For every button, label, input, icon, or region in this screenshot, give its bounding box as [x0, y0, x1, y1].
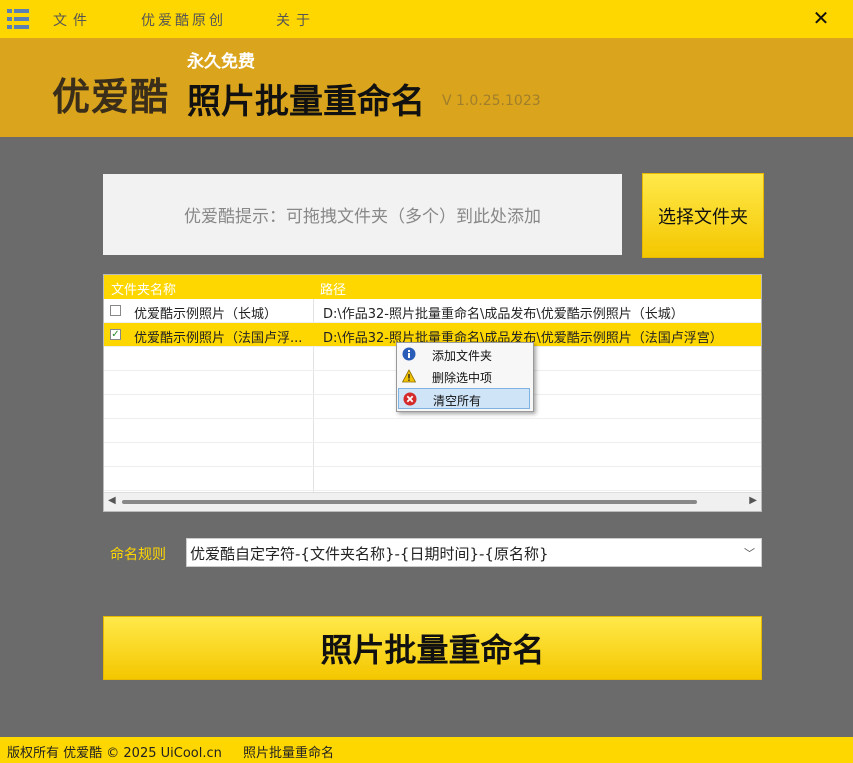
cell-folder-name: 优爱酷示例照片（法国卢浮...: [134, 331, 303, 346]
menu-file[interactable]: 文件: [53, 10, 93, 30]
drop-hint-text: 优爱酷提示：可拖拽文件夹（多个）到此处添加: [184, 207, 541, 227]
context-item-delete-selected[interactable]: 删除选中项: [398, 366, 530, 387]
chevron-down-icon[interactable]: ﹀: [744, 545, 755, 561]
error-icon: [403, 392, 417, 406]
app-menu-icon[interactable]: [7, 9, 29, 29]
cell-folder-path: D:\作品32-照片批量重命名\成品发布\优爱酷示例照片（长城）: [323, 307, 684, 322]
menu-original[interactable]: 优爱酷原创: [141, 10, 226, 30]
footer-app-name: 照片批量重命名: [243, 746, 335, 761]
empty-row: [104, 467, 761, 491]
status-bar: 版权所有 优爱酷 © 2025 UiCool.cn 照片批量重命名: [0, 737, 853, 763]
naming-rule-value: 优爱酷自定字符-{文件夹名称}-{日期时间}-{原名称}: [190, 545, 549, 563]
context-item-label: 清空所有: [433, 394, 482, 408]
scroll-left-icon[interactable]: ◀: [108, 495, 116, 506]
table-row[interactable]: 优爱酷示例照片（长城） D:\作品32-照片批量重命名\成品发布\优爱酷示例照片…: [104, 299, 761, 323]
menu-bar: 文件 优爱酷原创 关于 ✕: [0, 0, 853, 38]
empty-row: [104, 419, 761, 443]
naming-rule-label: 命名规则: [110, 547, 166, 563]
scroll-right-icon[interactable]: ▶: [749, 495, 757, 506]
menu-about[interactable]: 关于: [276, 10, 316, 30]
warning-icon: [402, 369, 416, 383]
choose-folder-button[interactable]: 选择文件夹: [642, 173, 764, 258]
close-button[interactable]: ✕: [809, 6, 833, 30]
table-header: 文件夹名称 路径: [104, 275, 761, 299]
horizontal-scrollbar[interactable]: ◀ ▶: [104, 492, 761, 511]
context-item-label: 删除选中项: [432, 371, 493, 385]
row-checkbox[interactable]: [110, 305, 121, 316]
column-header-path[interactable]: 路径: [320, 279, 346, 298]
app-title: 照片批量重命名: [187, 82, 425, 122]
context-item-clear-all[interactable]: 清空所有: [398, 388, 530, 409]
copyright-text: 版权所有 优爱酷 © 2025 UiCool.cn: [7, 746, 222, 761]
logo: 优爱酷: [52, 75, 170, 119]
context-menu: 添加文件夹 删除选中项 清空所有: [396, 342, 534, 412]
free-label: 永久免费: [187, 52, 255, 72]
context-item-add-folder[interactable]: 添加文件夹: [398, 344, 530, 365]
batch-rename-button[interactable]: 照片批量重命名: [103, 616, 762, 680]
naming-rule-select[interactable]: 优爱酷自定字符-{文件夹名称}-{日期时间}-{原名称} ﹀: [186, 538, 762, 567]
scrollbar-thumb[interactable]: [122, 500, 697, 504]
info-icon: [402, 347, 416, 361]
empty-row: [104, 443, 761, 467]
cell-folder-name: 优爱酷示例照片（长城）: [134, 307, 278, 322]
context-item-label: 添加文件夹: [432, 349, 493, 363]
drop-zone[interactable]: 优爱酷提示：可拖拽文件夹（多个）到此处添加: [103, 174, 622, 255]
row-checkbox-checked[interactable]: ✓: [110, 329, 121, 340]
column-header-name[interactable]: 文件夹名称: [111, 279, 176, 298]
version-label: V 1.0.25.1023: [442, 93, 541, 109]
